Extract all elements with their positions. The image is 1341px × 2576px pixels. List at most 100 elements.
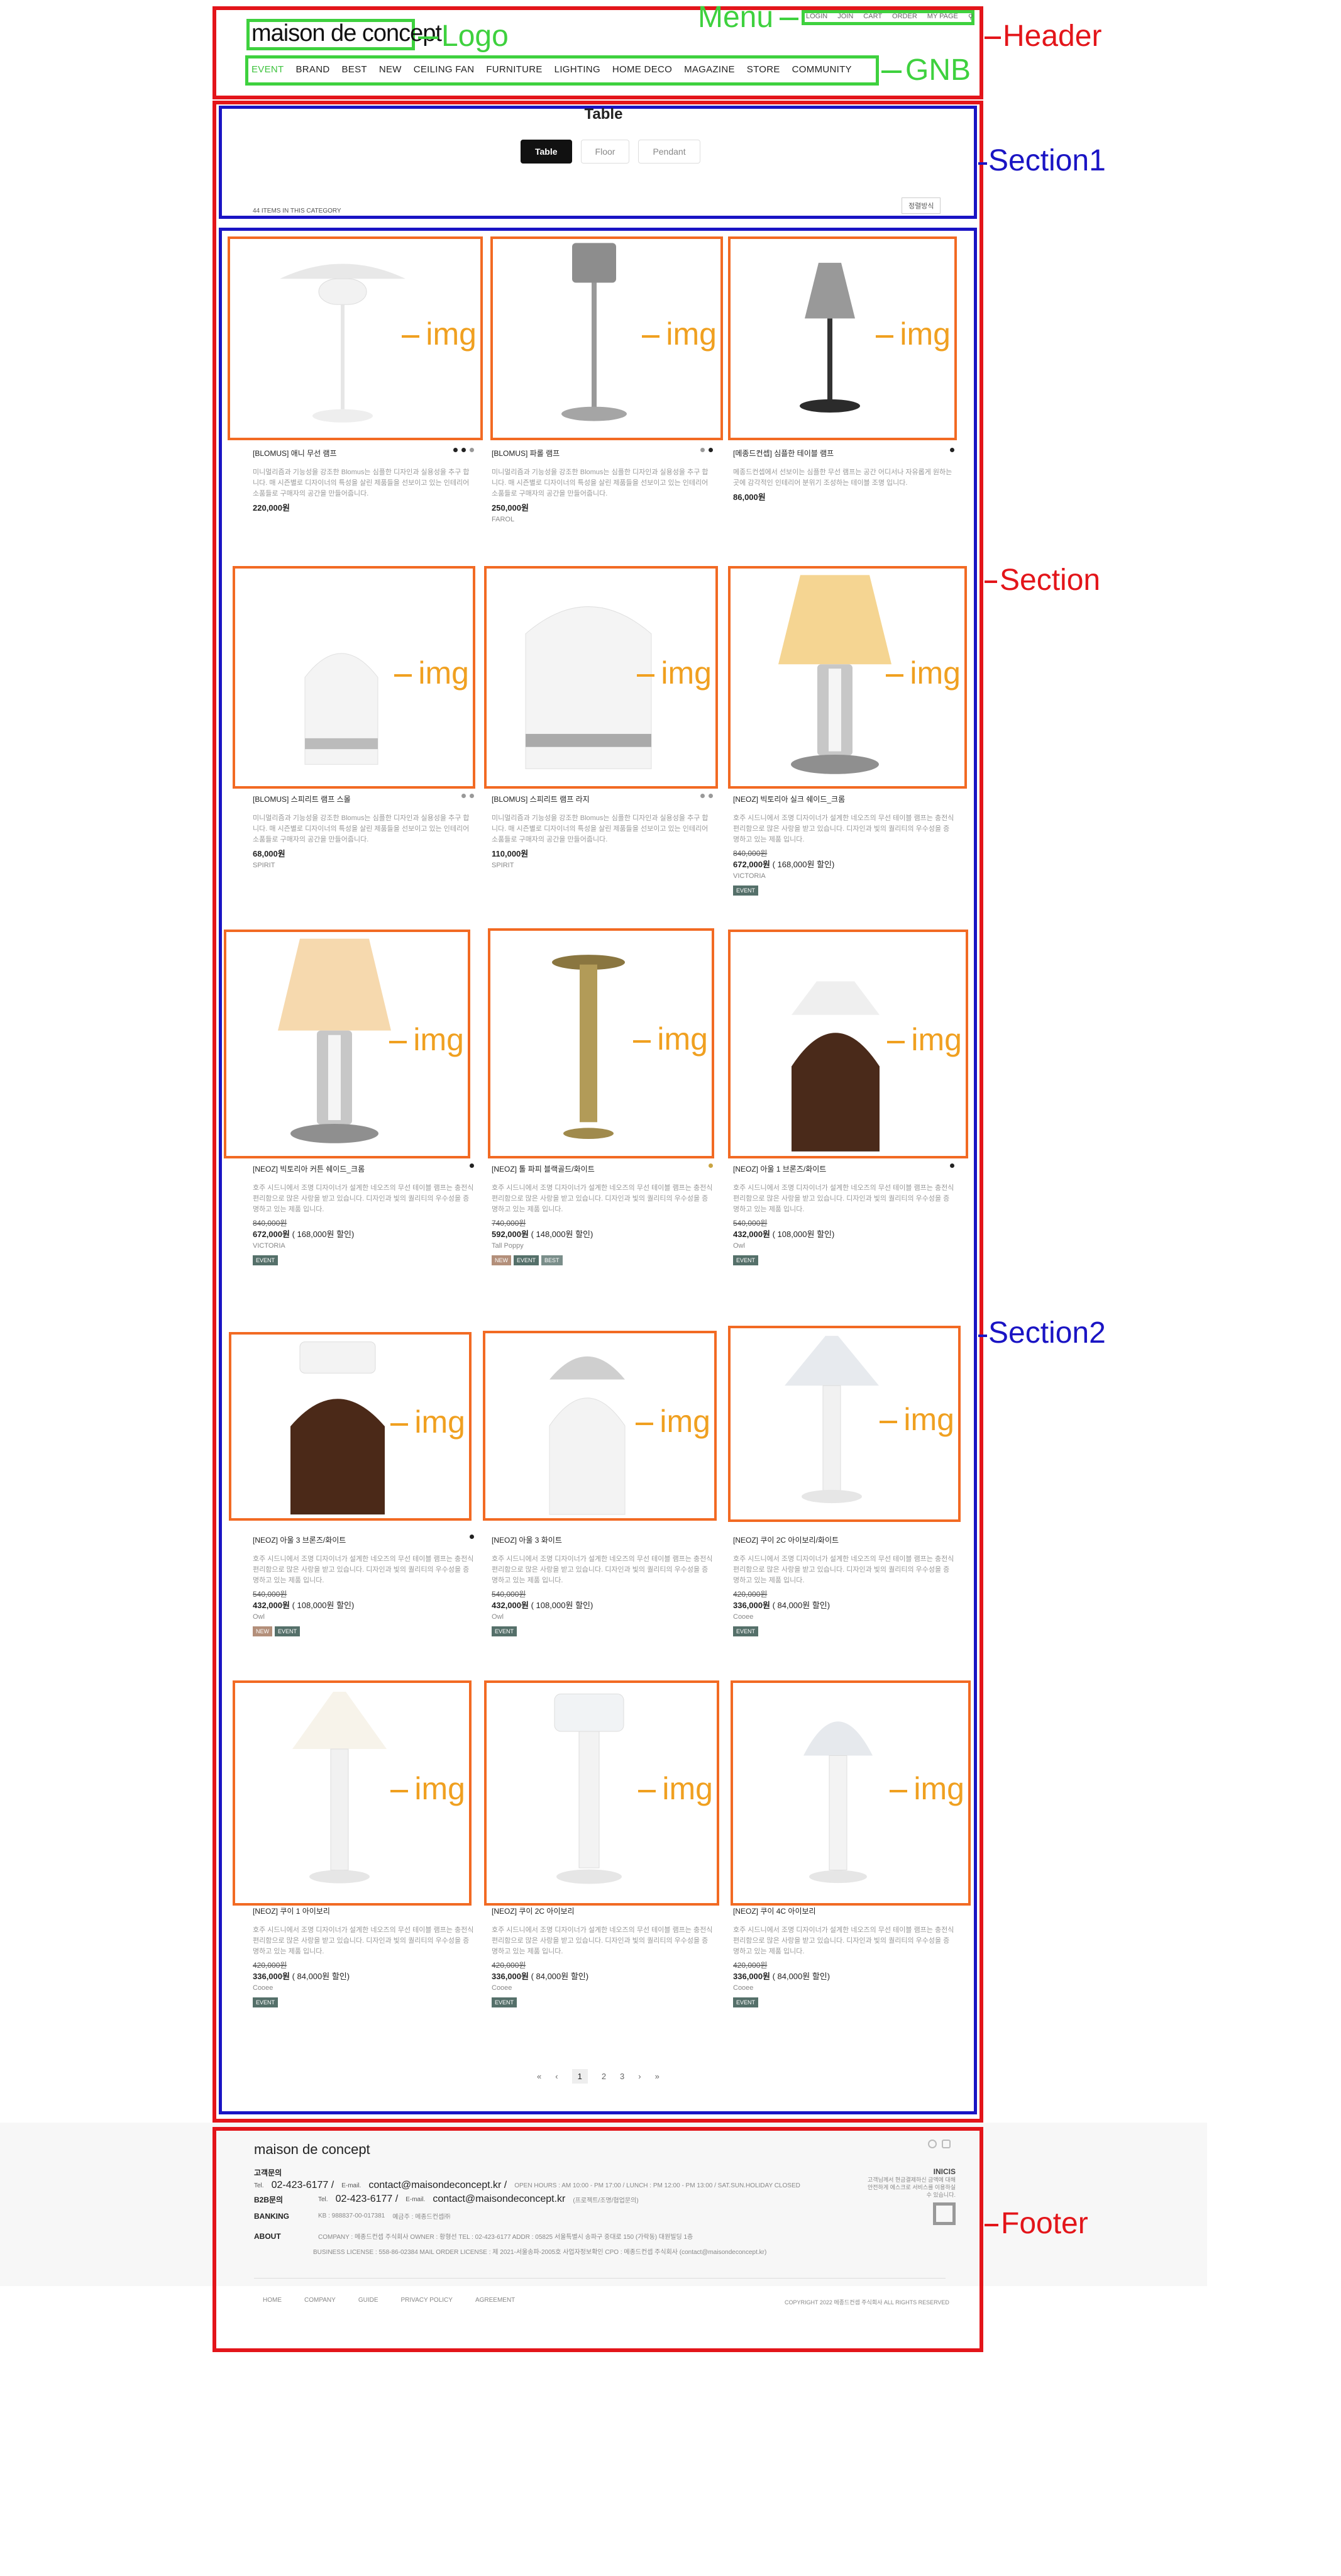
sort-select[interactable]: 정렬방식 xyxy=(902,197,941,214)
color-swatch[interactable] xyxy=(453,448,458,452)
discount-note: ( 168,000원 할인) xyxy=(770,860,835,869)
product-name[interactable]: [BLOMUS] 파롤 램프 xyxy=(492,448,560,458)
img-annotation: img xyxy=(886,655,961,691)
search-icon[interactable]: ⚲ xyxy=(968,13,973,21)
product-name[interactable]: [NEOZ] 빅토리아 실크 쉐이드_크롬 xyxy=(733,794,845,804)
product-image[interactable]: img xyxy=(233,566,475,789)
product-description: 호주 시드니에서 조명 디자이너가 설계한 네오즈의 무선 테이블 램프는 충전… xyxy=(492,1926,713,1955)
gnb-magazine[interactable]: MAGAZINE xyxy=(684,64,735,75)
footer-link-agreement[interactable]: AGREEMENT xyxy=(475,2297,515,2304)
color-swatch[interactable] xyxy=(470,448,474,452)
product-name[interactable]: [NEOZ] 아울 3 화이트 xyxy=(492,1535,562,1545)
product-image[interactable]: img xyxy=(488,928,714,1158)
color-swatch[interactable] xyxy=(709,794,713,798)
color-swatch[interactable] xyxy=(700,448,705,452)
product-name[interactable]: [BLOMUS] 애니 무선 램프 xyxy=(253,448,337,458)
escrow-icon[interactable] xyxy=(933,2202,956,2225)
footer-link-privacy[interactable]: PRIVACY POLICY xyxy=(401,2297,453,2304)
product-description: 미니멀리즘과 기능성을 강조한 Blomus는 심플한 디자인과 실용성을 추구… xyxy=(253,469,470,497)
color-swatch[interactable] xyxy=(950,1163,954,1168)
product-name[interactable]: [NEOZ] 쿠이 4C 아이보리 xyxy=(733,1906,816,1916)
b2b-tel[interactable]: 02-423-6177 / xyxy=(336,2194,399,2205)
color-options xyxy=(700,448,713,458)
footer-link-home[interactable]: HOME xyxy=(263,2297,282,2304)
menu-item-join[interactable]: JOIN xyxy=(837,13,853,21)
gnb-brand[interactable]: BRAND xyxy=(295,64,329,75)
gnb-community[interactable]: COMMUNITY xyxy=(792,64,852,75)
page-prev[interactable]: ‹ xyxy=(555,2072,558,2081)
color-swatch[interactable] xyxy=(461,448,466,452)
menu-item-mypage[interactable]: MY PAGE xyxy=(927,13,958,21)
gnb-lighting[interactable]: LIGHTING xyxy=(555,64,600,75)
color-swatch[interactable] xyxy=(709,448,713,452)
badge-list: EVENT xyxy=(733,886,954,896)
footer-link-guide[interactable]: GUIDE xyxy=(358,2297,378,2304)
tab-pendant[interactable]: Pendant xyxy=(638,140,700,164)
gnb-new[interactable]: NEW xyxy=(379,64,402,75)
page-1[interactable]: 1 xyxy=(571,2069,588,2084)
gnb-furniture[interactable]: FURNITURE xyxy=(486,64,542,75)
product-image[interactable]: img xyxy=(228,236,483,440)
gnb-home-deco[interactable]: HOME DECO xyxy=(612,64,672,75)
color-options xyxy=(453,448,474,458)
product-image[interactable]: img xyxy=(224,930,470,1158)
menu-item-cart[interactable]: CART xyxy=(863,13,882,21)
logo[interactable]: maison de concept xyxy=(251,20,442,47)
tab-floor[interactable]: Floor xyxy=(580,140,630,164)
menu-item-login[interactable]: LOGIN xyxy=(806,13,827,21)
gnb-best[interactable]: BEST xyxy=(341,64,367,75)
img-annotation: img xyxy=(390,1770,465,1807)
product-description: 호주 시드니에서 조명 디자이너가 설계한 네오즈의 무선 테이블 램프는 충전… xyxy=(253,1184,474,1213)
product-image[interactable]: img xyxy=(484,566,718,789)
gnb-ceiling-fan[interactable]: CEILING FAN xyxy=(414,64,475,75)
product-image[interactable]: img xyxy=(229,1332,472,1521)
page-3[interactable]: 3 xyxy=(620,2072,624,2081)
price-value: 220,000원 xyxy=(253,503,290,513)
blog-icon[interactable] xyxy=(942,2140,951,2148)
product-name[interactable]: [메종드컨셉] 심플한 테이블 램프 xyxy=(733,448,834,458)
color-swatch[interactable] xyxy=(470,794,474,798)
price-value: 336,000원 xyxy=(733,1601,770,1610)
product-image[interactable]: img xyxy=(728,1326,961,1522)
product-image[interactable]: img xyxy=(233,1680,472,1906)
gnb-store[interactable]: STORE xyxy=(747,64,780,75)
product-name[interactable]: [NEOZ] 쿠이 1 아이보리 xyxy=(253,1906,330,1916)
page-2[interactable]: 2 xyxy=(602,2072,606,2081)
product-name[interactable]: [NEOZ] 쿠이 2C 아이보리 xyxy=(492,1906,575,1916)
cs-tel[interactable]: 02-423-6177 / xyxy=(272,2180,334,2191)
product-image[interactable]: img xyxy=(728,930,968,1158)
product-name[interactable]: [NEOZ] 쿠이 2C 아이보리/화이트 xyxy=(733,1535,839,1545)
product-name[interactable]: [BLOMUS] 스피리트 램프 스몰 xyxy=(253,794,351,804)
product-image[interactable]: img xyxy=(490,236,723,440)
color-swatch[interactable] xyxy=(709,1163,713,1168)
page-last[interactable]: » xyxy=(655,2072,659,2081)
badge-list: EVENT xyxy=(492,1626,713,1636)
gnb-event[interactable]: EVENT xyxy=(251,64,284,75)
product-image[interactable]: img xyxy=(483,1331,717,1521)
product-image[interactable]: img xyxy=(728,566,967,789)
cs-email[interactable]: contact@maisondeconcept.kr / xyxy=(368,2180,507,2191)
tab-table[interactable]: Table xyxy=(521,140,572,164)
color-swatch[interactable] xyxy=(950,448,954,452)
instagram-icon[interactable] xyxy=(928,2140,937,2148)
page-first[interactable]: « xyxy=(537,2072,541,2081)
sale-price: 68,000원 xyxy=(253,848,474,860)
menu-item-order[interactable]: ORDER xyxy=(892,13,917,21)
color-swatch[interactable] xyxy=(700,794,705,798)
color-swatch[interactable] xyxy=(470,1535,474,1539)
price-value: 336,000원 xyxy=(492,1972,529,1981)
page-next[interactable]: › xyxy=(638,2072,641,2081)
b2b-email[interactable]: contact@maisondeconcept.kr xyxy=(433,2194,565,2205)
product-name[interactable]: [NEOZ] 아울 1 브론즈/화이트 xyxy=(733,1163,826,1174)
product-name[interactable]: [NEOZ] 빅토리아 커튼 쉐이드_크롬 xyxy=(253,1163,365,1174)
product-image[interactable]: img xyxy=(731,1680,971,1906)
product-image[interactable]: img xyxy=(728,236,957,440)
product-name[interactable]: [BLOMUS] 스피리트 램프 라지 xyxy=(492,794,590,804)
color-swatch[interactable] xyxy=(461,794,466,798)
product-name[interactable]: [NEOZ] 톨 파피 블랙골드/화이트 xyxy=(492,1163,595,1174)
color-swatch[interactable] xyxy=(470,1163,474,1168)
product-name[interactable]: [NEOZ] 아울 3 브론즈/화이트 xyxy=(253,1535,346,1545)
img-annotation: img xyxy=(633,1021,708,1057)
footer-link-company[interactable]: COMPANY xyxy=(304,2297,336,2304)
product-image[interactable]: img xyxy=(484,1680,719,1906)
